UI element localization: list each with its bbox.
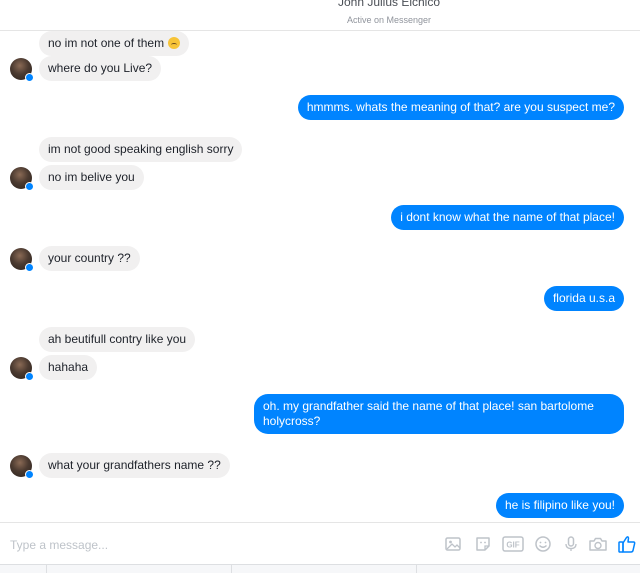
sticker-icon: [476, 537, 490, 551]
message-text: no im belive you: [48, 170, 135, 184]
message-text: oh. my grandfather said the name of that…: [263, 399, 594, 428]
message-input[interactable]: [10, 536, 430, 554]
message-composer: GIF: [0, 522, 640, 565]
message-text: im not good speaking english sorry: [48, 142, 234, 156]
gif-button[interactable]: GIF: [502, 533, 524, 555]
emoji-icon: [535, 536, 551, 552]
outgoing-message: i dont know what the name of that place!: [391, 205, 624, 230]
active-status: Active on Messenger: [346, 15, 432, 25]
avatar[interactable]: [10, 357, 34, 381]
outgoing-message: hmmms. whats the meaning of that? are yo…: [297, 95, 624, 120]
message-text: hmmms. whats the meaning of that? are yo…: [306, 100, 615, 114]
avatar[interactable]: [10, 167, 34, 191]
messenger-badge-icon: [25, 263, 34, 272]
avatar[interactable]: [10, 58, 34, 82]
message-thread[interactable]: no im not one of them where do you Live?…: [0, 31, 640, 521]
image-icon: [445, 537, 461, 551]
message-text: what your grandfathers name ??: [48, 458, 221, 472]
outgoing-message: he is filipino like you!: [495, 493, 624, 518]
camera-button[interactable]: [587, 533, 609, 555]
incoming-message: where do you Live?: [39, 56, 162, 81]
thumbs-up-icon: [618, 536, 636, 553]
message-text: your country ??: [48, 251, 131, 265]
emoji-button[interactable]: [532, 533, 554, 555]
outgoing-message: florida u.s.a: [543, 286, 624, 311]
voice-clip-button[interactable]: [560, 533, 582, 555]
outgoing-message: oh. my grandfather said the name of that…: [254, 394, 624, 434]
conversation-header: John Julius Elchico Active on Messenger: [0, 0, 640, 31]
message-text: i dont know what the name of that place!: [400, 210, 615, 224]
messenger-badge-icon: [25, 372, 34, 381]
image-button[interactable]: [442, 533, 464, 555]
messenger-badge-icon: [25, 182, 34, 191]
messenger-badge-icon: [25, 73, 34, 82]
avatar[interactable]: [10, 248, 34, 272]
message-text: no im not one of them: [48, 36, 165, 50]
avatar[interactable]: [10, 455, 34, 479]
incoming-message: no im belive you: [39, 165, 144, 190]
incoming-message: no im not one of them: [39, 31, 190, 56]
sticker-button[interactable]: [472, 533, 494, 555]
microphone-icon: [565, 536, 577, 551]
incoming-message: ah beutifull contry like you: [39, 327, 196, 352]
gif-icon: GIF: [502, 536, 524, 552]
incoming-message: im not good speaking english sorry: [39, 137, 243, 162]
incoming-message: what your grandfathers name ??: [39, 453, 230, 478]
message-text: ah beutifull contry like you: [48, 332, 187, 346]
message-text: florida u.s.a: [552, 291, 615, 305]
message-text: hahaha: [48, 360, 89, 374]
contact-name[interactable]: John Julius Elchico: [0, 0, 640, 9]
incoming-message: your country ??: [39, 246, 140, 271]
message-text: where do you Live?: [48, 61, 153, 75]
incoming-message: hahaha: [39, 355, 98, 380]
like-button[interactable]: [616, 533, 638, 555]
camera-icon: [589, 537, 607, 551]
message-text: he is filipino like you!: [504, 498, 615, 512]
gif-label: GIF: [506, 541, 519, 550]
disappointed-face-icon: [168, 37, 181, 49]
messenger-badge-icon: [25, 470, 34, 479]
